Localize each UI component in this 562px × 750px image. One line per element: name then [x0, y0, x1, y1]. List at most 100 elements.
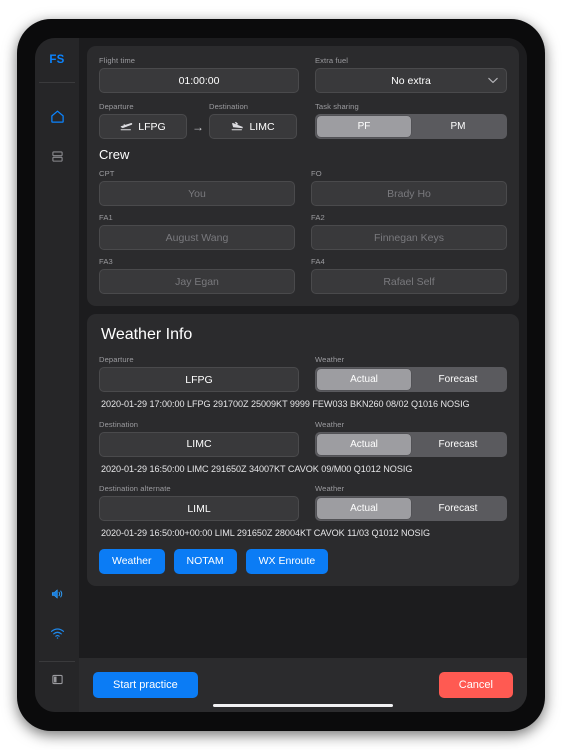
volume-icon — [50, 587, 64, 606]
weather-alternate-option-forecast[interactable]: Forecast — [411, 498, 505, 519]
weather-alternate-label: Destination alternate — [99, 484, 171, 493]
route-row: Departure LFPG → Destination LIMC Task s… — [99, 102, 507, 139]
crew-name-cpt[interactable]: You — [99, 181, 295, 206]
weather-destination-segmented-control[interactable]: Actual Forecast — [315, 431, 507, 457]
task-sharing-label: Task sharing — [315, 102, 359, 111]
weather-alternate-option-actual[interactable]: Actual — [317, 498, 411, 519]
flight-details-panel: Flight time 01:00:00 Extra fuel No extra — [87, 46, 519, 306]
metar-alternate: 2020-01-29 16:50:00+00:00 LIML 291650Z 2… — [101, 528, 431, 538]
footer-bar: Start practice Cancel — [79, 658, 527, 712]
crew-name-fo[interactable]: Brady Ho — [311, 181, 507, 206]
scroll-area[interactable]: Flight time 01:00:00 Extra fuel No extra — [79, 38, 527, 658]
weather-info-title: Weather Info — [101, 326, 193, 343]
metar-departure: 2020-01-29 17:00:00 LFPG 291700Z 25009KT… — [101, 399, 470, 409]
crew-row-3: FA3 Jay Egan FA4 Rafael Self — [99, 257, 507, 294]
sidebar: FS — [35, 38, 79, 712]
departure-group: Departure LFPG — [99, 102, 187, 139]
crew-member-fa2: FA2 Finnegan Keys — [311, 213, 507, 250]
crew-role-fa3: FA3 — [99, 257, 113, 266]
panel-toggle-icon — [51, 673, 64, 691]
crew-name-fa4[interactable]: Rafael Self — [311, 269, 507, 294]
crew-role-fa1: FA1 — [99, 213, 113, 222]
crew-role-fa4: FA4 — [311, 257, 325, 266]
weather-departure-segmented-control[interactable]: Actual Forecast — [315, 367, 507, 392]
departure-label: Departure — [99, 102, 134, 111]
weather-row-destination: Destination LIMC Weather Actual Forecast — [99, 420, 507, 457]
weather-alternate-icao[interactable]: LIML — [99, 496, 299, 521]
weather-destination-label: Destination — [99, 419, 139, 429]
departure-field[interactable]: LFPG — [99, 114, 187, 139]
notam-button[interactable]: NOTAM — [173, 548, 237, 574]
start-practice-button[interactable]: Start practice — [93, 672, 198, 698]
extra-fuel-select[interactable]: No extra — [315, 68, 507, 93]
flight-time-row: Flight time 01:00:00 Extra fuel No extra — [99, 56, 507, 93]
route-arrow-icon: → — [192, 119, 204, 134]
sidebar-item-library[interactable] — [35, 139, 79, 179]
crew-member-fo: FO Brady Ho — [311, 169, 507, 206]
weather-row-departure: Departure LFPG Weather Actual Forecast — [99, 355, 507, 392]
sidebar-item-volume[interactable] — [35, 576, 79, 616]
crew-member-fa1: FA1 August Wang — [99, 213, 295, 250]
panel-gap — [79, 306, 527, 314]
weather-destination-mode-group: Weather Actual Forecast — [315, 420, 507, 457]
task-sharing-option-pf[interactable]: PF — [317, 116, 411, 137]
weather-departure-label: Departure — [99, 355, 134, 364]
sidebar-item-home[interactable] — [35, 99, 79, 139]
destination-value: LIMC — [249, 120, 275, 133]
sidebar-divider-top — [39, 82, 75, 83]
task-sharing-group: Task sharing PF PM — [315, 102, 507, 139]
sidebar-item-wifi[interactable] — [35, 616, 79, 656]
weather-departure-mode-group: Weather Actual Forecast — [315, 355, 507, 392]
weather-departure-icao[interactable]: LFPG — [99, 367, 299, 392]
cancel-button[interactable]: Cancel — [438, 672, 513, 698]
weather-departure-group: Departure LFPG — [99, 355, 299, 392]
home-icon — [50, 109, 65, 129]
weather-departure-option-actual[interactable]: Actual — [317, 369, 411, 390]
weather-destination-icao[interactable]: LIMC — [99, 431, 299, 457]
wifi-icon — [50, 627, 65, 645]
app-screen: FS Flight time 01:00:00 Extra fuel No ex… — [35, 38, 527, 712]
departure-value: LFPG — [138, 120, 166, 133]
crew-role-cpt: CPT — [99, 169, 115, 178]
landing-icon — [231, 120, 244, 134]
crew-row-2: FA1 August Wang FA2 Finnegan Keys — [99, 213, 507, 250]
extra-fuel-label: Extra fuel — [315, 56, 349, 65]
tablet-device-frame: FS Flight time 01:00:00 Extra fuel No ex… — [17, 19, 545, 731]
library-icon — [51, 150, 64, 168]
extra-fuel-group: Extra fuel No extra — [315, 56, 507, 93]
wx-enroute-button[interactable]: WX Enroute — [245, 548, 329, 574]
sidebar-item-panel-toggle[interactable] — [35, 662, 79, 702]
crew-member-fa4: FA4 Rafael Self — [311, 257, 507, 294]
weather-button[interactable]: Weather — [99, 548, 165, 574]
weather-departure-mode-label: Weather — [315, 355, 345, 364]
weather-alternate-segmented-control[interactable]: Actual Forecast — [315, 496, 507, 521]
crew-name-fa2[interactable]: Finnegan Keys — [311, 225, 507, 250]
metar-destination: 2020-01-29 16:50:00 LIMC 291650Z 34007KT… — [101, 463, 413, 474]
destination-group: Destination LIMC — [209, 102, 297, 139]
crew-role-fo: FO — [311, 169, 322, 178]
destination-label: Destination — [209, 102, 249, 111]
weather-actions: Weather NOTAM WX Enroute — [99, 548, 507, 574]
weather-info-panel: Weather Info Departure LFPG Weather Actu… — [87, 314, 519, 586]
crew-title: Crew — [99, 147, 130, 162]
takeoff-icon — [120, 120, 133, 134]
crew-name-fa1[interactable]: August Wang — [99, 225, 295, 250]
weather-destination-option-actual[interactable]: Actual — [317, 433, 411, 455]
home-indicator — [213, 703, 393, 707]
crew-member-cpt: CPT You — [99, 169, 295, 206]
weather-alternate-mode-label: Weather — [315, 484, 345, 493]
weather-alternate-mode-group: Weather Actual Forecast — [315, 484, 507, 521]
extra-fuel-value: No extra — [391, 74, 431, 87]
crew-row-1: CPT You FO Brady Ho — [99, 169, 507, 206]
weather-destination-option-forecast[interactable]: Forecast — [411, 434, 505, 455]
weather-destination-mode-label: Weather — [315, 419, 345, 429]
weather-departure-option-forecast[interactable]: Forecast — [411, 369, 505, 390]
destination-field[interactable]: LIMC — [209, 114, 297, 139]
flight-time-field[interactable]: 01:00:00 — [99, 68, 299, 93]
task-sharing-segmented-control[interactable]: PF PM — [315, 114, 507, 139]
task-sharing-option-pm[interactable]: PM — [411, 116, 505, 137]
weather-destination-group: Destination LIMC — [99, 420, 299, 457]
app-brand-logo[interactable]: FS — [35, 38, 79, 82]
crew-name-fa3[interactable]: Jay Egan — [99, 269, 295, 294]
weather-alternate-group: Destination alternate LIML — [99, 484, 299, 521]
